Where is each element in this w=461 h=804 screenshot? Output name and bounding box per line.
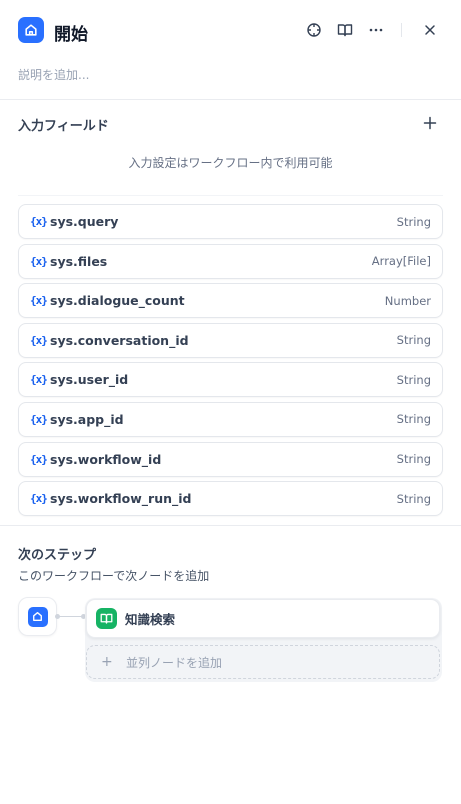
variable-name: sys.workflow_id: [50, 451, 162, 467]
variable-icon: {x}: [30, 333, 48, 347]
book-icon: [96, 608, 117, 629]
variable-type: String: [396, 491, 431, 506]
add-parallel-node-button[interactable]: + 並列ノードを追加: [86, 645, 440, 679]
variable-type: String: [396, 412, 431, 427]
add-parallel-node-label: 並列ノードを追加: [126, 655, 223, 670]
plus-icon: +: [101, 654, 113, 670]
variable-name: sys.query: [50, 214, 119, 229]
panel-header: 開始: [18, 17, 443, 47]
start-node: [18, 597, 57, 636]
divider: [18, 195, 443, 196]
variable-item[interactable]: {x} sys.files Array[File]: [18, 243, 443, 279]
variable-item[interactable]: {x} sys.query String: [18, 204, 443, 239]
variable-item[interactable]: {x} sys.dialogue_count Number: [18, 283, 443, 319]
crosshair-icon[interactable]: [304, 20, 324, 40]
variable-icon: {x}: [30, 373, 48, 387]
next-node-label: 知識検索: [125, 612, 176, 627]
variable-type: String: [396, 333, 431, 348]
connector-dot: [55, 614, 60, 619]
variable-type: Number: [384, 293, 431, 308]
description-input[interactable]: 説明を追加...: [18, 66, 89, 83]
variable-name: sys.dialogue_count: [50, 293, 185, 309]
variable-list: {x} sys.query String {x} sys.files Array…: [18, 204, 443, 521]
variable-item[interactable]: {x} sys.app_id String: [18, 401, 443, 437]
variable-type: String: [396, 372, 431, 387]
divider: [0, 525, 461, 526]
node-panel: 開始 説明を追加... 入力フィールド 入力設定はワークフロー内で利用可能 {x…: [0, 0, 461, 804]
variable-icon: {x}: [30, 412, 48, 426]
variable-icon: {x}: [30, 254, 48, 268]
variable-icon: {x}: [30, 492, 48, 506]
header-divider: [401, 23, 402, 37]
variable-item[interactable]: {x} sys.conversation_id String: [18, 322, 443, 358]
book-open-icon[interactable]: [335, 20, 355, 40]
variable-type: Array[File]: [371, 254, 431, 269]
variable-type: String: [396, 452, 431, 467]
variable-item[interactable]: {x} sys.user_id String: [18, 362, 443, 398]
variable-icon: {x}: [30, 215, 48, 228]
input-fields-title: 入力フィールド: [18, 119, 109, 134]
home-icon: [27, 606, 48, 627]
next-step-title: 次のステップ: [18, 548, 97, 563]
variable-name: sys.conversation_id: [50, 332, 189, 348]
variable-item[interactable]: {x} sys.workflow_run_id String: [18, 481, 443, 517]
input-fields-hint: 入力設定はワークフロー内で利用可能: [128, 156, 333, 170]
panel-title[interactable]: 開始: [54, 20, 88, 45]
close-icon[interactable]: [420, 20, 440, 40]
next-step-description: このワークフローで次ノードを追加: [18, 569, 210, 583]
variable-item[interactable]: {x} sys.workflow_id String: [18, 441, 443, 477]
variable-name: sys.app_id: [50, 411, 124, 427]
home-icon: [18, 17, 44, 43]
variable-type: String: [396, 214, 431, 229]
divider: [0, 99, 461, 100]
variable-name: sys.files: [50, 253, 108, 269]
variable-icon: {x}: [30, 452, 48, 466]
variable-name: sys.user_id: [50, 372, 129, 388]
more-horizontal-icon[interactable]: [366, 20, 386, 40]
next-node-knowledge-retrieval[interactable]: 知識検索: [86, 599, 440, 638]
plus-icon[interactable]: [421, 114, 439, 132]
variable-icon: {x}: [30, 294, 48, 308]
variable-name: sys.workflow_run_id: [50, 491, 192, 507]
